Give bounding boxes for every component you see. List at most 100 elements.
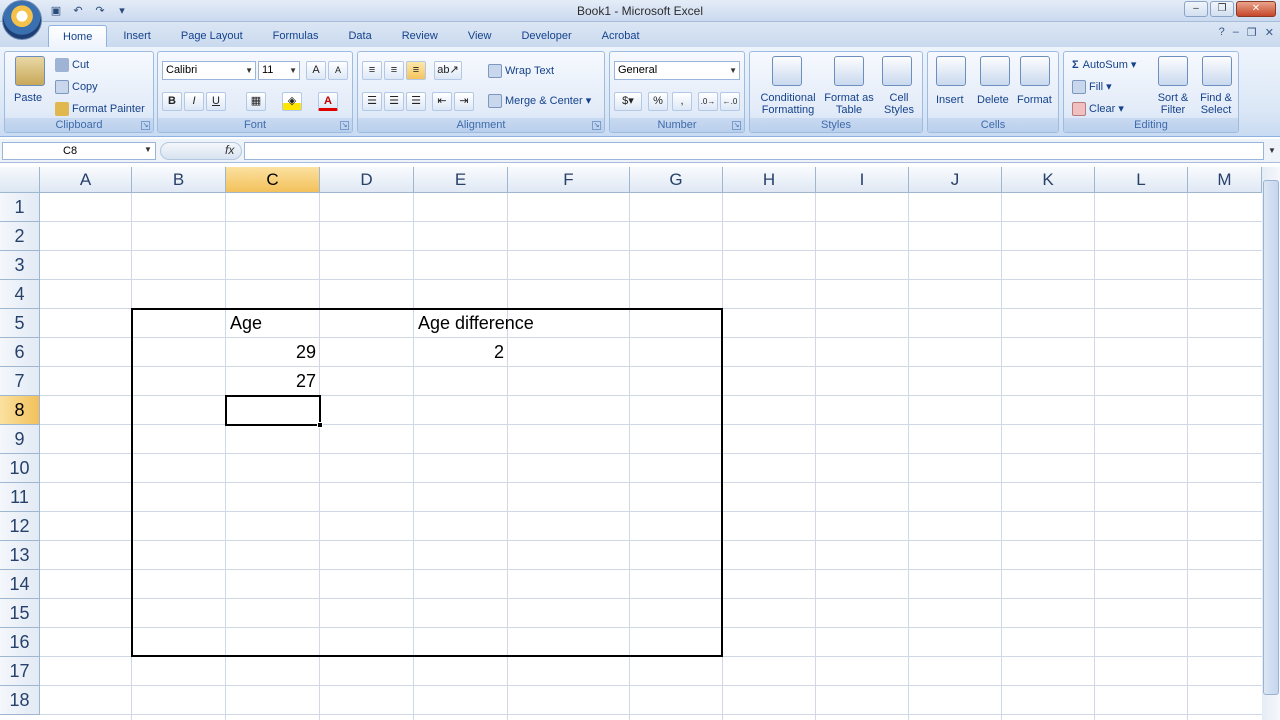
bold-button[interactable]: B — [162, 92, 182, 111]
tab-view[interactable]: View — [454, 25, 506, 48]
column-header-j[interactable]: J — [909, 167, 1002, 193]
conditional-formatting-icon[interactable] — [772, 56, 802, 86]
workbook-restore-icon[interactable]: ❐ — [1247, 26, 1257, 39]
number-launcher-icon[interactable]: ↘ — [732, 121, 741, 130]
row-header-15[interactable]: 15 — [0, 599, 40, 628]
customize-icon[interactable]: ▾ — [114, 3, 130, 19]
insert-cells-button[interactable]: Insert — [936, 94, 964, 106]
clipboard-launcher-icon[interactable]: ↘ — [141, 121, 150, 130]
row-header-14[interactable]: 14 — [0, 570, 40, 599]
paste-button[interactable]: Paste — [14, 92, 42, 104]
name-box-dropdown-icon[interactable]: ▼ — [144, 145, 152, 154]
active-cell-selection[interactable] — [225, 395, 321, 426]
align-left-button[interactable]: ☰ — [362, 92, 382, 111]
column-header-h[interactable]: H — [723, 167, 816, 193]
column-header-f[interactable]: F — [508, 167, 630, 193]
clear-button[interactable]: Clear ▾ — [1072, 102, 1124, 117]
decrease-indent-button[interactable]: ⇤ — [432, 92, 452, 111]
format-as-table-button[interactable]: Format as Table — [824, 92, 874, 116]
row-header-5[interactable]: 5 — [0, 309, 40, 338]
format-painter-button[interactable]: Format Painter — [55, 102, 145, 116]
row-header-9[interactable]: 9 — [0, 425, 40, 454]
row-header-13[interactable]: 13 — [0, 541, 40, 570]
column-header-k[interactable]: K — [1002, 167, 1095, 193]
row-header-4[interactable]: 4 — [0, 280, 40, 309]
column-header-a[interactable]: A — [40, 167, 132, 193]
autosum-button[interactable]: Σ AutoSum ▾ — [1072, 58, 1136, 71]
italic-button[interactable]: I — [184, 92, 204, 111]
format-as-table-icon[interactable] — [834, 56, 864, 86]
tab-review[interactable]: Review — [388, 25, 452, 48]
column-header-l[interactable]: L — [1095, 167, 1188, 193]
font-size-select[interactable]: 11 ▼ — [258, 61, 300, 80]
cell-c7[interactable]: 27 — [226, 367, 316, 396]
cell-e6[interactable]: 2 — [414, 338, 504, 367]
align-right-button[interactable]: ☰ — [406, 92, 426, 111]
font-color-button[interactable]: A — [318, 92, 338, 111]
row-header-18[interactable]: 18 — [0, 686, 40, 715]
find-select-button[interactable]: Find & Select — [1196, 92, 1236, 116]
font-launcher-icon[interactable]: ↘ — [340, 121, 349, 130]
align-center-button[interactable]: ☰ — [384, 92, 404, 111]
column-header-i[interactable]: I — [816, 167, 909, 193]
align-middle-button[interactable]: ≡ — [384, 61, 404, 80]
row-header-6[interactable]: 6 — [0, 338, 40, 367]
fill-button[interactable]: Fill ▾ — [1072, 80, 1112, 95]
column-header-g[interactable]: G — [630, 167, 723, 193]
shrink-font-button[interactable]: A — [328, 61, 348, 80]
close-icon[interactable]: ✕ — [1236, 1, 1276, 17]
font-name-select[interactable]: Calibri ▼ — [162, 61, 256, 80]
sort-filter-icon[interactable] — [1158, 56, 1188, 86]
tab-page-layout[interactable]: Page Layout — [167, 25, 257, 48]
row-header-11[interactable]: 11 — [0, 483, 40, 512]
cell-c6[interactable]: 29 — [226, 338, 316, 367]
column-header-b[interactable]: B — [132, 167, 226, 193]
wrap-text-button[interactable]: Wrap Text — [488, 64, 554, 78]
tab-insert[interactable]: Insert — [109, 25, 165, 48]
alignment-launcher-icon[interactable]: ↘ — [592, 121, 601, 130]
vertical-scroll-thumb[interactable] — [1263, 180, 1279, 695]
grow-font-button[interactable]: A — [306, 61, 326, 80]
row-header-1[interactable]: 1 — [0, 193, 40, 222]
tab-developer[interactable]: Developer — [507, 25, 585, 48]
row-header-12[interactable]: 12 — [0, 512, 40, 541]
copy-button[interactable]: Copy — [55, 80, 98, 94]
row-header-16[interactable]: 16 — [0, 628, 40, 657]
row-header-7[interactable]: 7 — [0, 367, 40, 396]
column-header-e[interactable]: E — [414, 167, 508, 193]
cell-styles-button[interactable]: Cell Styles — [880, 92, 918, 116]
minimize-icon[interactable]: – — [1184, 1, 1208, 17]
delete-cells-icon[interactable] — [980, 56, 1010, 86]
format-cells-button[interactable]: Format — [1017, 94, 1052, 106]
column-header-d[interactable]: D — [320, 167, 414, 193]
sort-filter-button[interactable]: Sort & Filter — [1152, 92, 1194, 116]
cell-styles-icon[interactable] — [882, 56, 912, 86]
align-top-button[interactable]: ≡ — [362, 61, 382, 80]
insert-function-icon[interactable]: fx — [225, 143, 234, 157]
format-cells-icon[interactable] — [1020, 56, 1050, 86]
row-header-3[interactable]: 3 — [0, 251, 40, 280]
row-header-8[interactable]: 8 — [0, 396, 40, 425]
name-box[interactable]: C8 — [2, 142, 156, 160]
percent-button[interactable]: % — [648, 92, 668, 111]
tab-acrobat[interactable]: Acrobat — [588, 25, 654, 48]
decrease-decimal-button[interactable]: ←.0 — [720, 92, 740, 111]
expand-formula-bar-icon[interactable]: ▼ — [1266, 142, 1278, 160]
row-header-10[interactable]: 10 — [0, 454, 40, 483]
redo-icon[interactable]: ↷ — [92, 3, 108, 19]
fill-handle[interactable] — [317, 422, 323, 428]
insert-cells-icon[interactable] — [936, 56, 966, 86]
cell-c5[interactable]: Age — [230, 309, 262, 338]
align-bottom-button[interactable]: ≡ — [406, 61, 426, 80]
cut-button[interactable]: Cut — [55, 58, 89, 72]
row-header-17[interactable]: 17 — [0, 657, 40, 686]
select-all-button[interactable] — [0, 167, 40, 193]
workbook-close-icon[interactable]: ✕ — [1265, 26, 1274, 39]
increase-decimal-button[interactable]: .0→ — [698, 92, 718, 111]
help-icon[interactable]: ? — [1219, 26, 1225, 39]
column-header-c[interactable]: C — [226, 167, 320, 193]
increase-indent-button[interactable]: ⇥ — [454, 92, 474, 111]
row-header-2[interactable]: 2 — [0, 222, 40, 251]
save-icon[interactable]: ▣ — [48, 3, 64, 19]
workbook-minimize-icon[interactable]: – — [1233, 26, 1239, 39]
